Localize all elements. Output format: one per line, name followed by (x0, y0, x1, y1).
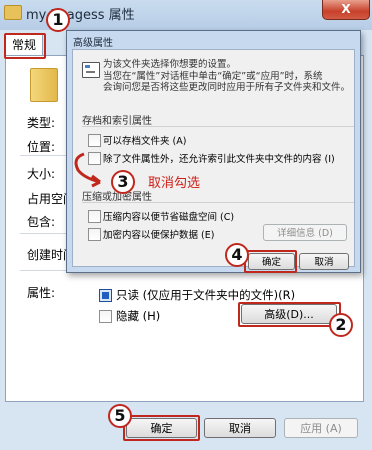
highlight-general-tab (4, 33, 46, 59)
step-4-badge: 4 (225, 243, 249, 267)
archive-group-label: 存档和索引属性 (82, 116, 152, 127)
type-label: 类型: (27, 116, 56, 130)
folder-large-icon (30, 68, 58, 102)
step-3-badge: 3 (111, 170, 135, 194)
divider (20, 270, 70, 271)
description-line-2: 当您在“属性”对话框中单击“确定”或“应用”时，系统 (103, 70, 323, 82)
close-button[interactable]: X (322, 0, 370, 20)
description-line-1: 为该文件夹选择你想要的设置。 (103, 59, 237, 70)
attributes-label: 属性: (27, 286, 56, 300)
readonly-checkbox[interactable] (99, 289, 112, 302)
divider (20, 155, 70, 156)
hidden-checkbox[interactable] (99, 310, 112, 323)
highlight-dialog-ok (244, 250, 297, 273)
readonly-label: 只读 (仅应用于文件夹中的文件)(R) (116, 288, 296, 302)
hidden-label: 隐藏 (H) (116, 309, 161, 323)
details-button[interactable]: 详细信息 (D) (263, 224, 347, 241)
folder-icon (4, 5, 22, 20)
step-5-badge: 5 (108, 404, 132, 428)
description-line-3: 会询问您是否将这些更改同时应用于所有子文件夹和文件。 (103, 82, 351, 93)
divider (20, 233, 70, 234)
highlight-advanced-button (238, 302, 341, 327)
step-2-badge: 2 (329, 313, 353, 337)
highlight-ok-button (123, 415, 200, 441)
step-1-badge: 1 (46, 8, 70, 32)
cancel-button[interactable]: 取消 (204, 418, 276, 438)
encrypt-checkbox[interactable] (88, 228, 101, 241)
window-title: my imagess 属性 (26, 8, 135, 23)
uncheck-note: 取消勾选 (148, 176, 201, 191)
dialog-title: 高级属性 (73, 38, 113, 49)
size-label: 大小: (27, 167, 56, 181)
compress-label: 压缩内容以便节省磁盘空间 (C) (103, 212, 235, 223)
dialog-cancel-button[interactable]: 取消 (299, 253, 349, 270)
group-divider (82, 202, 354, 203)
compress-checkbox[interactable] (88, 210, 101, 223)
location-label: 位置: (27, 140, 56, 154)
contains-label: 包含: (27, 215, 56, 229)
apply-button[interactable]: 应用 (A) (284, 418, 358, 438)
encrypt-label: 加密内容以便保护数据 (E) (103, 230, 215, 241)
settings-info-icon (82, 62, 100, 78)
group-divider (82, 126, 354, 127)
dialog-description: 为该文件夹选择你想要的设置。 当您在“属性”对话框中单击“确定”或“应用”时，系… (103, 59, 350, 94)
